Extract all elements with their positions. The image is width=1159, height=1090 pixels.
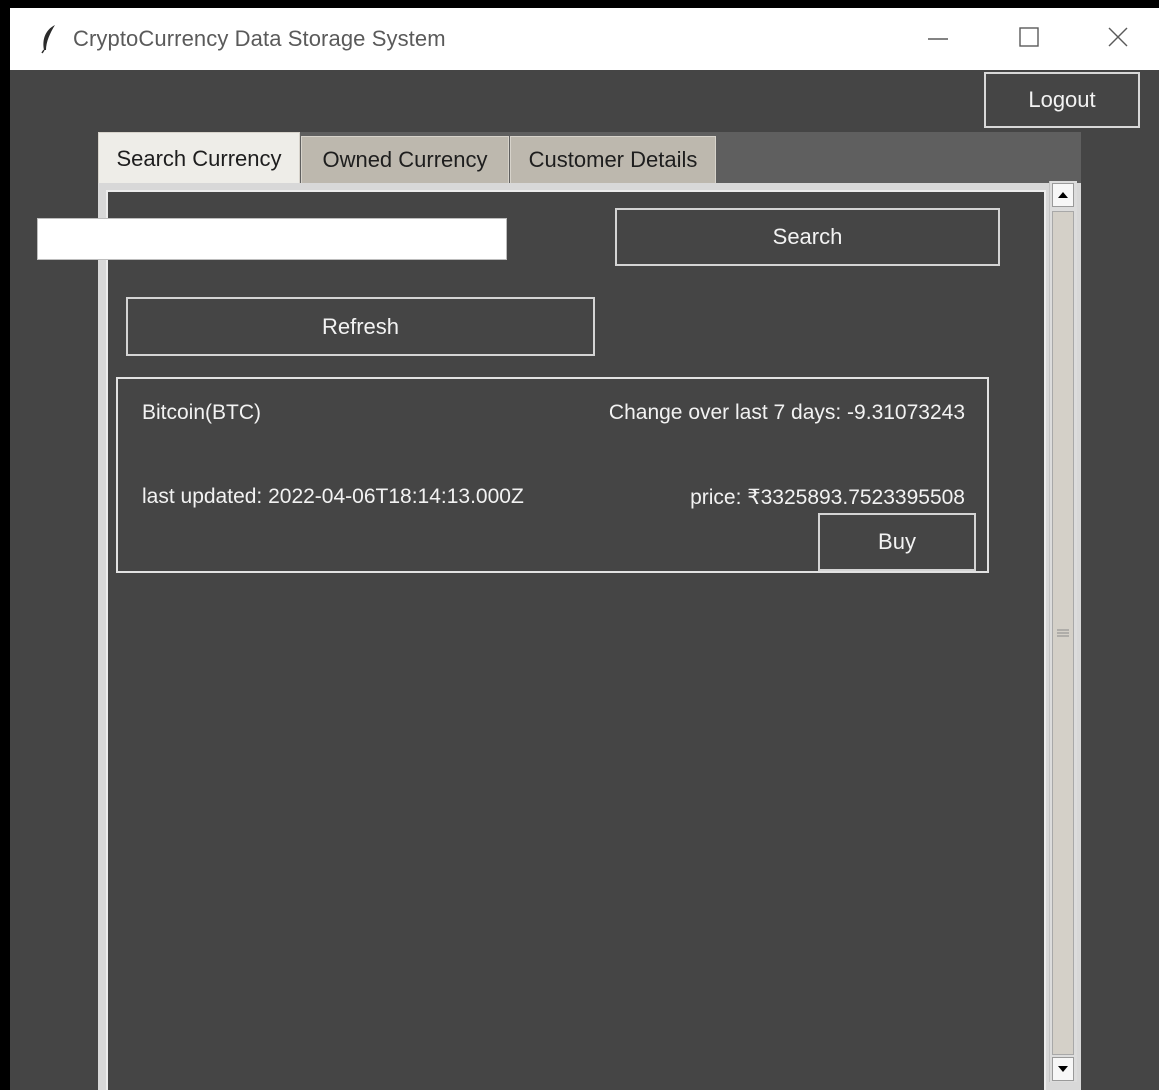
scroll-down-arrow-icon[interactable]	[1052, 1057, 1074, 1081]
tab-notebook: Search Currency Owned Currency Customer …	[98, 132, 1081, 1090]
currency-price: price: ₹3325893.7523395508	[690, 486, 965, 509]
feather-icon	[40, 24, 58, 54]
scrollbar-thumb[interactable]	[1052, 211, 1074, 1055]
logout-button[interactable]: Logout	[984, 72, 1140, 128]
currency-card: Bitcoin(BTC) Change over last 7 days: -9…	[116, 377, 989, 573]
search-input[interactable]	[37, 218, 507, 260]
refresh-button[interactable]: Refresh	[126, 297, 595, 356]
minimize-icon[interactable]	[918, 20, 958, 56]
buy-button[interactable]: Buy	[818, 513, 976, 571]
currency-name: Bitcoin(BTC)	[142, 401, 262, 424]
close-icon[interactable]	[1098, 20, 1138, 56]
search-button[interactable]: Search	[615, 208, 1000, 266]
tab-customer-details[interactable]: Customer Details	[510, 136, 716, 183]
scroll-up-arrow-icon[interactable]	[1052, 183, 1074, 207]
window-title: CryptoCurrency Data Storage System	[73, 26, 446, 51]
currency-last-updated: last updated: 2022-04-06T18:14:13.000Z	[142, 485, 524, 508]
maximize-icon[interactable]	[1009, 20, 1049, 56]
app-window: CryptoCurrency Data Storage System Logou…	[10, 8, 1159, 1090]
tab-owned-currency[interactable]: Owned Currency	[301, 136, 509, 183]
grip-icon	[1057, 629, 1069, 637]
currency-change: Change over last 7 days: -9.31073243	[608, 401, 965, 424]
tab-search-currency[interactable]: Search Currency	[98, 132, 300, 184]
title-bar: CryptoCurrency Data Storage System	[10, 8, 1159, 70]
scrollbar[interactable]	[1049, 181, 1077, 1082]
tab-strip: Search Currency Owned Currency Customer …	[98, 132, 1081, 184]
